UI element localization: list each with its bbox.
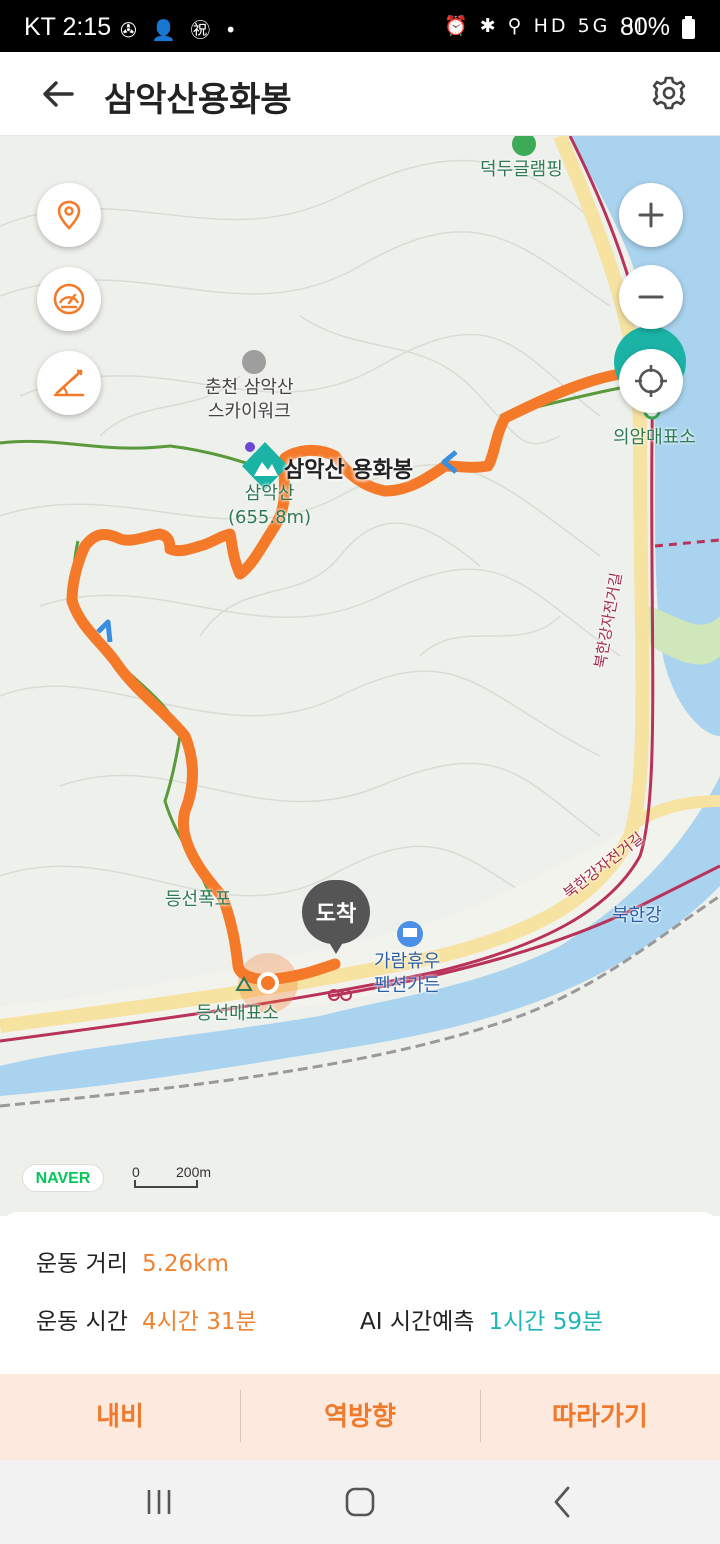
elevation-slope-icon (53, 369, 85, 397)
map-label-mountain: 삼악산 (655.8m) (228, 482, 311, 530)
back-icon[interactable] (542, 1482, 582, 1522)
location-pin-icon (57, 200, 81, 230)
map-label-skywalk: 춘천 삼악산 스카이워크 (205, 376, 294, 424)
map-label-river: 북한강 (612, 905, 662, 926)
recent-apps-icon[interactable] (139, 1482, 179, 1522)
naver-logo: NAVER (22, 1164, 104, 1192)
ai-estimate-label: AI 시간예측 (360, 1309, 475, 1335)
map-label-mountain-line1: 삼악산 (244, 483, 295, 504)
arrival-marker-tip (324, 934, 348, 954)
peak-name-label: 삼악산 용화봉 (284, 458, 414, 483)
map-label-skywalk-line2: 스카이워크 (207, 401, 291, 422)
battery-percent: 80% (620, 13, 671, 41)
app-header: 삼악산용화봉 (0, 52, 720, 136)
follow-button[interactable]: 따라가기 (480, 1374, 720, 1460)
system-navigation-bar (0, 1460, 720, 1544)
back-arrow-icon[interactable] (38, 72, 82, 116)
notification-icons: ✇ 👤 ㊗ • (120, 18, 241, 42)
plus-icon (638, 202, 664, 228)
map-label-mountain-line2: (655.8m) (228, 507, 312, 528)
current-location-button[interactable] (619, 349, 683, 413)
scale-distance: 200m (176, 1164, 212, 1180)
battery-icon (682, 16, 695, 39)
distance-label: 운동 거리 (36, 1251, 128, 1277)
map-scale-bar: 0 200m (132, 1164, 222, 1190)
map-label-skywalk-line1: 춘천 삼악산 (205, 377, 294, 398)
zoom-in-button[interactable] (619, 183, 683, 247)
zoom-out-button[interactable] (619, 265, 683, 329)
status-bar: KT 2:15 ✇ 👤 ㊗ • ⏰ ✱ ⚲ HD 5G .ıl 80% (0, 0, 720, 52)
map-label-pension: 가람휴우 펜션가든 (374, 950, 440, 998)
map-label-pension-line2: 펜션가든 (374, 975, 441, 996)
navigate-button[interactable]: 내비 (0, 1374, 240, 1460)
time-row: 운동 시간 4시간 31분 (36, 1302, 257, 1336)
arrival-marker[interactable]: 도착 (302, 880, 370, 958)
distance-row: 운동 거리 5.26km (36, 1244, 229, 1278)
time-label: 운동 시간 (36, 1309, 128, 1335)
map-label-glamping: 덕두글램핑 (480, 159, 563, 180)
reverse-button[interactable]: 역방향 (240, 1374, 480, 1460)
map-view[interactable]: 덕두글램핑 춘천 삼악산 스카이워크 삼악산 용화봉 삼악산 (655.8m) … (0, 136, 720, 1216)
distance-value: 5.26km (141, 1251, 229, 1277)
workout-info-panel: 운동 거리 5.26km 운동 시간 4시간 31분 AI 시간예측 1시간 59분 (0, 1212, 720, 1374)
action-bar: 내비 역방향 따라가기 (0, 1374, 720, 1460)
scale-zero: 0 (132, 1164, 140, 1180)
altitude-button[interactable] (37, 351, 101, 415)
status-time: KT 2:15 (24, 13, 112, 41)
map-canvas (0, 136, 720, 1108)
system-icons: ⏰ ✱ ⚲ HD 5G .ıl (444, 15, 646, 37)
page-title: 삼악산용화봉 (104, 80, 292, 120)
crosshair-icon (635, 365, 667, 397)
speed-gauge-button[interactable] (37, 267, 101, 331)
map-label-deungseon-store: 등선매표소 (196, 1003, 279, 1024)
ai-estimate-row: AI 시간예측 1시간 59분 (360, 1302, 603, 1336)
home-icon[interactable] (340, 1482, 380, 1522)
speedometer-icon (53, 283, 85, 315)
map-label-uiam-store: 의암매표소 (613, 427, 696, 448)
map-label-waterfall: 등선폭포 (165, 889, 232, 910)
location-pin-button[interactable] (37, 183, 101, 247)
minus-icon (638, 295, 664, 299)
time-value: 4시간 31분 (141, 1309, 257, 1335)
gear-icon[interactable] (646, 70, 692, 116)
map-label-pension-line1: 가람휴우 (374, 951, 441, 972)
arrival-marker-label: 도착 (315, 902, 357, 927)
scale-line (134, 1180, 198, 1188)
ai-estimate-value: 1시간 59분 (488, 1309, 604, 1335)
